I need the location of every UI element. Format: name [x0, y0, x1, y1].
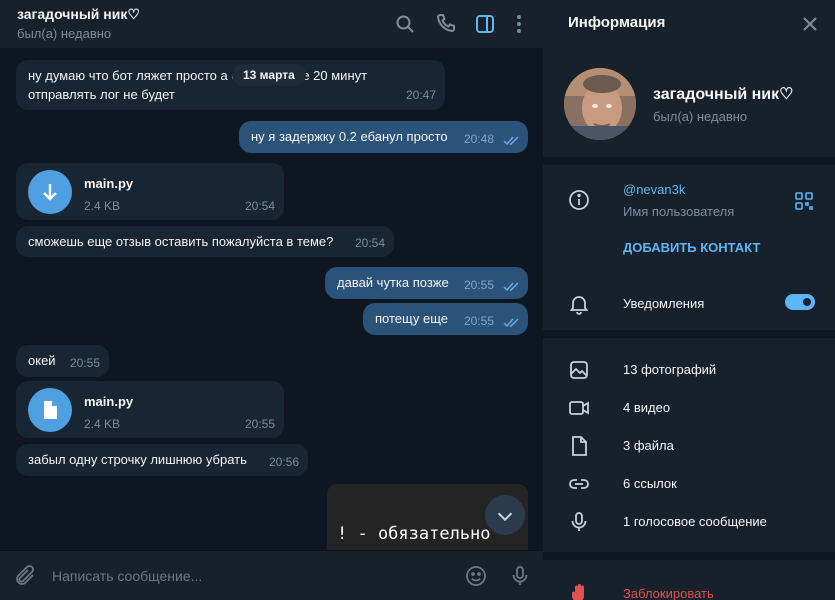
- date-separator: 13 марта: [232, 64, 306, 86]
- close-icon[interactable]: [798, 12, 822, 36]
- read-checkmarks-icon: [503, 136, 521, 146]
- more-options-icon[interactable]: [507, 12, 531, 36]
- download-button[interactable]: [28, 170, 72, 214]
- message-text: сможешь еще отзыв оставить пожалуйста в …: [28, 234, 334, 249]
- message-incoming[interactable]: окей 20:55: [16, 345, 109, 377]
- message-time: 20:55: [464, 314, 495, 328]
- media-row-label: 4 видео: [623, 400, 671, 415]
- message-time: 20:56: [268, 455, 299, 469]
- file-size: 2.4 KB: [84, 199, 121, 213]
- message-input[interactable]: [52, 563, 442, 589]
- media-row-label: 1 голосовое сообщение: [623, 514, 767, 529]
- info-icon: [567, 188, 591, 212]
- media-row-photos[interactable]: 13 фотографий: [543, 351, 835, 389]
- media-row-label: 13 фотографий: [623, 362, 717, 377]
- section-divider: [543, 552, 835, 560]
- username-link[interactable]: @nevan3k: [623, 182, 685, 197]
- sidebar-toggle-icon[interactable]: [473, 12, 497, 36]
- message-time: 20:48: [464, 132, 495, 146]
- message-text: забыл одну строчку лишнюю убрать: [28, 452, 247, 467]
- chat-header[interactable]: загадочный ник♡ был(а) недавно: [0, 0, 543, 48]
- search-icon[interactable]: [393, 12, 417, 36]
- scroll-to-bottom-button[interactable]: [485, 495, 525, 535]
- download-icon: [43, 184, 57, 201]
- info-panel: Информация загадочный ник♡ был(а) недавн…: [543, 0, 835, 600]
- microphone-icon: [567, 510, 591, 534]
- bell-icon: [567, 292, 591, 316]
- emoji-icon[interactable]: [464, 564, 488, 588]
- file-icon: [567, 434, 591, 458]
- message-time: 20:55: [69, 356, 100, 370]
- chat-status: был(а) недавно: [17, 26, 112, 41]
- username-label: Имя пользователя: [623, 204, 735, 219]
- message-text: давай чутка позже: [337, 275, 449, 290]
- message-text: окей: [28, 353, 56, 368]
- microphone-icon[interactable]: [508, 564, 532, 588]
- message-incoming[interactable]: ну думаю что бот ляжет просто а если каж…: [16, 60, 445, 110]
- message-composer: [0, 550, 543, 600]
- message-time: 20:47: [405, 88, 436, 102]
- media-row-files[interactable]: 3 файла: [543, 427, 835, 465]
- file-name[interactable]: main.py: [84, 392, 133, 411]
- image-caption-text: ! - обязательно: [337, 524, 491, 544]
- add-contact-button[interactable]: ДОБАВИТЬ КОНТАКТ: [623, 240, 760, 255]
- chevron-down-icon: [497, 512, 513, 522]
- video-icon: [567, 396, 591, 420]
- media-row-label: 6 ссылок: [623, 476, 677, 491]
- message-text: ну думаю что бот ляжет просто а если каж…: [28, 68, 368, 83]
- message-list[interactable]: 13 марта ну думаю что бот ляжет просто а…: [0, 48, 543, 550]
- phone-icon[interactable]: [434, 12, 458, 36]
- read-checkmarks-icon: [503, 282, 521, 292]
- file-message[interactable]: main.py 2.4 KB 20:54: [16, 163, 284, 220]
- media-row-voice[interactable]: 1 голосовое сообщение: [543, 503, 835, 541]
- chat-title[interactable]: загадочный ник♡: [17, 6, 140, 23]
- block-hand-icon: [567, 582, 591, 600]
- message-time: 20:54: [244, 199, 275, 213]
- media-row-label: 3 файла: [623, 438, 674, 453]
- qr-code-icon[interactable]: [793, 190, 815, 212]
- section-divider: [543, 330, 835, 338]
- link-icon: [567, 472, 591, 496]
- notifications-toggle[interactable]: [785, 294, 815, 310]
- message-time: 20:55: [464, 278, 495, 292]
- contact-name: загадочный ник♡: [653, 86, 794, 103]
- block-user-button[interactable]: Заблокировать: [623, 586, 714, 600]
- section-divider: [543, 157, 835, 165]
- file-name[interactable]: main.py: [84, 174, 133, 193]
- message-text: ну я задержку 0.2 ебанул просто: [251, 129, 448, 144]
- message-outgoing[interactable]: давай чутка позже 20:55: [325, 267, 528, 299]
- message-time: 20:54: [354, 236, 385, 250]
- message-outgoing[interactable]: потещу еще 20:55: [363, 303, 528, 335]
- message-incoming[interactable]: сможешь еще отзыв оставить пожалуйста в …: [16, 226, 394, 257]
- document-icon: [44, 401, 57, 419]
- avatar[interactable]: [564, 68, 636, 140]
- message-outgoing[interactable]: ну я задержку 0.2 ебанул просто 20:48: [239, 121, 528, 153]
- file-size: 2.4 KB: [84, 417, 121, 431]
- read-checkmarks-icon: [503, 318, 521, 328]
- media-row-videos[interactable]: 4 видео: [543, 389, 835, 427]
- attach-icon[interactable]: [13, 564, 37, 588]
- message-text: потещу еще: [375, 311, 448, 326]
- message-text: отправлять лог не будет: [28, 87, 175, 102]
- file-message[interactable]: main.py 2.4 KB 20:55: [16, 381, 284, 438]
- message-time: 20:55: [244, 417, 275, 431]
- photo-icon: [567, 358, 591, 382]
- notifications-label: Уведомления: [623, 296, 705, 311]
- media-row-links[interactable]: 6 ссылок: [543, 465, 835, 503]
- message-incoming[interactable]: забыл одну строчку лишнюю убрать 20:56: [16, 444, 308, 476]
- open-file-button[interactable]: [28, 388, 72, 432]
- contact-status: был(а) недавно: [653, 109, 748, 124]
- info-panel-title: Информация: [568, 14, 666, 31]
- chat-pane: загадочный ник♡ был(а) недавно 13 марта …: [0, 0, 543, 600]
